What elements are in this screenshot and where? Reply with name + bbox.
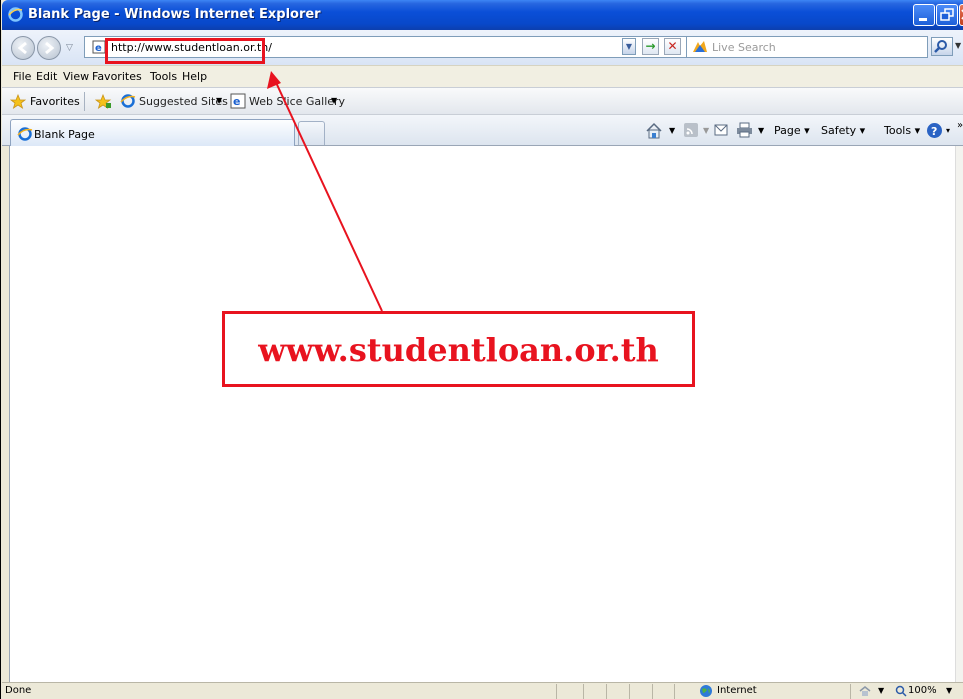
page-menu-label: Page (774, 124, 801, 137)
security-zone-label[interactable]: Internet (717, 685, 757, 696)
feeds-dropdown[interactable]: ▼ (703, 126, 709, 135)
search-button[interactable] (931, 37, 953, 56)
menu-favorites[interactable]: Favorites (92, 70, 142, 83)
status-divider (629, 684, 630, 699)
print-dropdown[interactable]: ▼ (758, 126, 764, 135)
tab-blank-page[interactable]: Blank Page (10, 119, 295, 147)
home-icon[interactable] (645, 122, 663, 139)
title-bar[interactable]: Blank Page - Windows Internet Explorer (2, 0, 963, 30)
minimize-button[interactable] (913, 4, 935, 26)
safety-menu-label: Safety (821, 124, 857, 137)
vertical-scrollbar[interactable] (955, 146, 963, 682)
status-text: Done (5, 685, 32, 696)
rss-icon[interactable] (684, 123, 698, 137)
page-menu-button[interactable]: Page ▾ (774, 124, 810, 137)
zoom-icon[interactable] (895, 685, 907, 697)
status-divider (652, 684, 653, 699)
callout-box: www.studentloan.or.th (222, 311, 695, 387)
forward-button[interactable] (37, 36, 61, 60)
url-highlight-box (105, 38, 265, 64)
menu-tools[interactable]: Tools (150, 70, 177, 83)
callout-text: www.studentloan.or.th (258, 331, 659, 369)
go-arrow-icon: → (645, 39, 656, 53)
svg-text:e: e (233, 95, 240, 108)
status-divider (674, 684, 675, 699)
add-to-favorites-icon[interactable] (95, 93, 112, 110)
browser-window: Blank Page - Windows Internet Explorer ▽… (0, 0, 963, 699)
safety-menu-button[interactable]: Safety ▾ (821, 124, 865, 137)
menu-edit[interactable]: Edit (36, 70, 57, 83)
home-dropdown[interactable]: ▼ (669, 126, 675, 135)
zoom-level[interactable]: 100% (908, 685, 937, 696)
mail-icon[interactable] (714, 124, 728, 136)
magnifier-icon (934, 40, 947, 53)
stop-button[interactable]: ✕ (664, 38, 681, 55)
search-placeholder: Live Search (712, 41, 776, 54)
favorites-button[interactable]: Favorites (30, 95, 80, 108)
protected-mode-dropdown[interactable]: ▼ (878, 686, 884, 695)
menu-file[interactable]: File (13, 70, 31, 83)
status-divider (850, 684, 851, 699)
globe-icon (700, 685, 712, 697)
restore-button[interactable] (936, 4, 958, 26)
page-icon: e (230, 93, 246, 109)
status-divider (583, 684, 584, 699)
help-dropdown[interactable]: ▾ (946, 126, 950, 135)
page-content[interactable] (9, 146, 963, 682)
window-title: Blank Page - Windows Internet Explorer (28, 7, 321, 22)
live-search-icon (693, 41, 707, 52)
back-arrow-icon (17, 41, 27, 55)
menu-help[interactable]: Help (182, 70, 207, 83)
new-tab-button[interactable] (298, 121, 325, 145)
suggested-sites-link[interactable]: Suggested Sites (139, 95, 228, 108)
restore-icon (940, 8, 954, 21)
go-button[interactable]: → (642, 38, 659, 55)
status-divider (556, 684, 557, 699)
help-icon[interactable]: ? (926, 122, 943, 139)
close-button[interactable] (959, 4, 963, 26)
favorites-bar: Favorites Suggested Sites ▼ e Web Slice … (2, 87, 963, 114)
printer-icon[interactable] (736, 122, 753, 138)
stop-x-icon: ✕ (667, 39, 678, 53)
status-divider (606, 684, 607, 699)
tools-menu-label: Tools (884, 124, 912, 137)
toolbar-divider (84, 92, 85, 111)
search-input[interactable]: Live Search (686, 36, 928, 58)
page-icon: e (92, 40, 106, 54)
toolbar-overflow-chevron[interactable]: » (957, 120, 963, 131)
tab-bar: Blank Page ▼ ▼ ▼ Page ▾ Safety ▾ Tools ▾ (2, 114, 963, 147)
menu-view[interactable]: View (63, 70, 89, 83)
star-icon (10, 94, 26, 109)
minimize-icon (919, 18, 927, 21)
svg-text:e: e (95, 43, 102, 54)
svg-text:?: ? (931, 125, 937, 138)
tab-label: Blank Page (34, 128, 95, 141)
tools-menu-button[interactable]: Tools ▾ (884, 124, 920, 137)
address-dropdown-button[interactable]: ▼ (622, 38, 636, 55)
protected-mode-icon[interactable] (858, 685, 872, 697)
search-options-dropdown[interactable]: ▼ (955, 41, 961, 50)
zoom-dropdown[interactable]: ▼ (946, 686, 952, 695)
recent-pages-dropdown[interactable]: ▽ (66, 43, 73, 53)
menu-bar: File Edit View Favorites Tools Help (2, 65, 963, 87)
status-bar: Done Internet ▼ 100% ▼ (2, 682, 963, 699)
ie-icon (17, 127, 33, 141)
ie-icon (8, 7, 23, 22)
back-button[interactable] (11, 36, 35, 60)
web-slice-dropdown[interactable]: ▼ (331, 96, 337, 105)
forward-arrow-icon (45, 41, 55, 55)
ie-icon (120, 94, 136, 108)
suggested-sites-dropdown[interactable]: ▼ (216, 96, 222, 105)
